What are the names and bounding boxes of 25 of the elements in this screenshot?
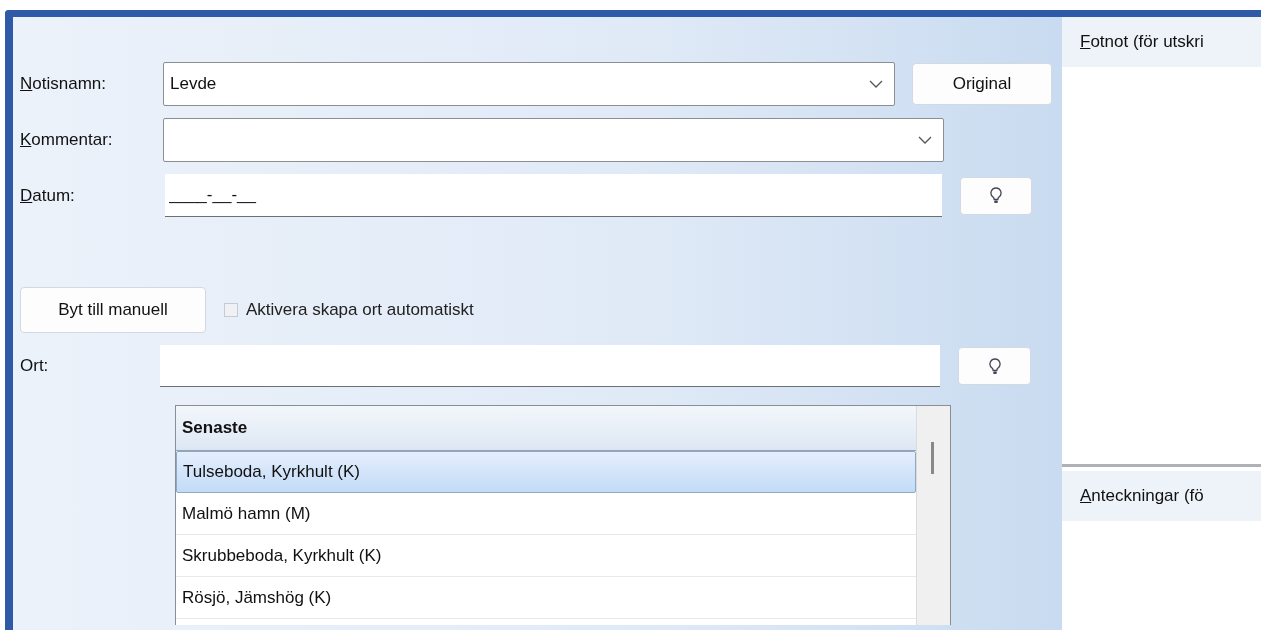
field-label: Datum:: [20, 185, 76, 206]
chevron-down-icon: [869, 80, 883, 88]
field-label: Kommentar:: [20, 130, 114, 150]
hint-button[interactable]: [960, 176, 1032, 215]
field-label: Notisnamn:: [20, 74, 107, 94]
lightbulb-icon: [990, 187, 1002, 204]
input-field[interactable]: [160, 345, 940, 387]
list-item[interactable]: Skrubbeboda, Kyrkhult (K): [176, 535, 916, 577]
input-field[interactable]: ____-__-__: [165, 174, 942, 217]
checkbox-label: Aktivera skapa ort automatiskt: [246, 300, 474, 320]
combo-box[interactable]: Levde: [163, 62, 895, 106]
chevron-down-icon: [918, 136, 932, 144]
list-item[interactable]: Rösjö, Jämshög (K): [176, 577, 916, 619]
section-header: Fotnot (för utskri: [1062, 17, 1261, 67]
list-item[interactable]: Tulseboda, Kyrkhult (K): [176, 451, 916, 493]
list-item[interactable]: Malmö hamn (M): [176, 493, 916, 535]
section-header: Anteckningar (fö: [1062, 471, 1261, 521]
hint-button[interactable]: [958, 347, 1031, 385]
scrollbar[interactable]: [916, 406, 950, 625]
column-header: Senaste: [176, 406, 916, 451]
switch-manual-button[interactable]: Byt till manuell: [20, 287, 206, 333]
lightbulb-icon: [988, 357, 1001, 375]
combo-box[interactable]: [163, 118, 944, 162]
original-button[interactable]: Original: [912, 63, 1052, 105]
field-label: Ort:: [20, 356, 50, 376]
